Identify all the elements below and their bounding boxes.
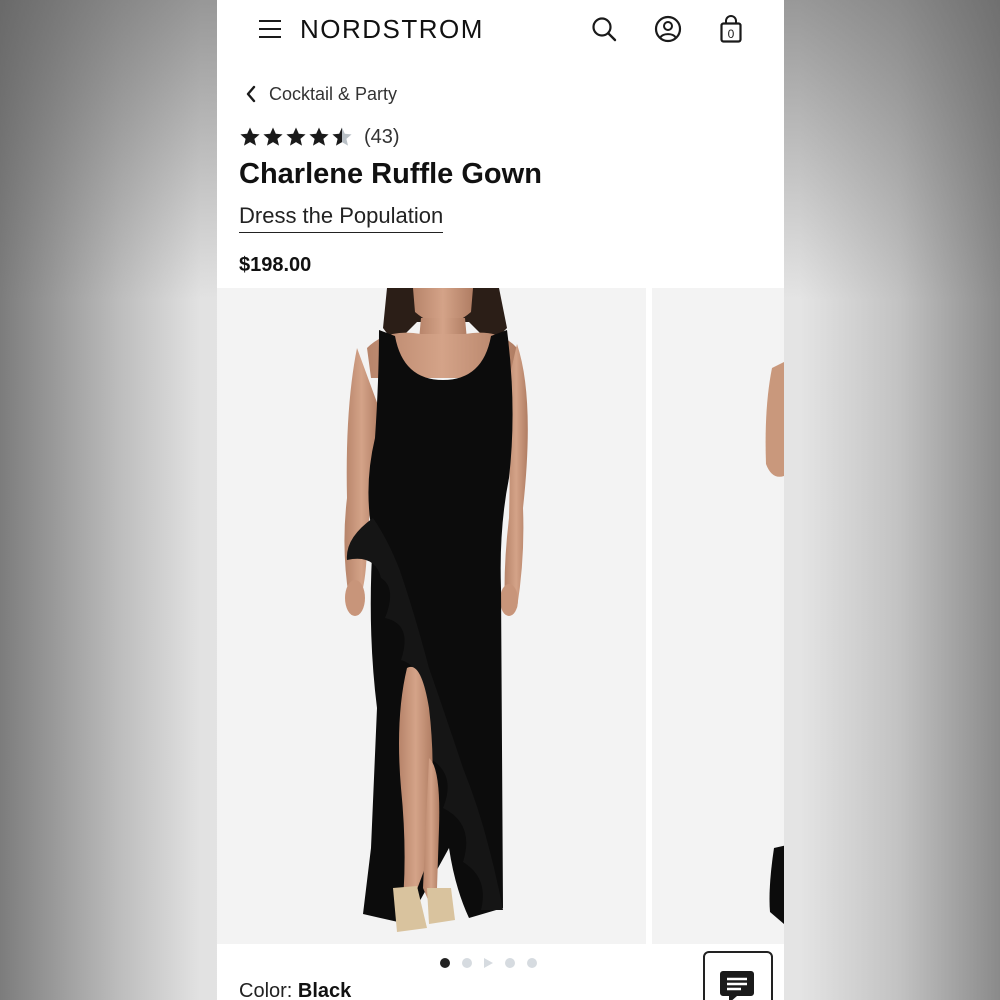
product-image-next[interactable] [652,288,784,944]
review-count: (43) [364,125,400,148]
breadcrumb-label: Cocktail & Party [269,83,398,104]
chevron-left-icon [246,85,256,103]
product-price: $198.00 [239,254,312,276]
pagination-dot[interactable] [505,958,515,968]
image-gallery[interactable] [217,288,784,944]
site-header: NORDSTROM 0 [217,0,784,62]
star-icon [286,127,306,146]
video-dot-icon[interactable] [484,958,493,968]
breadcrumb[interactable]: Cocktail & Party [245,82,397,106]
color-value: Black [297,980,352,1000]
star-icon [332,127,352,146]
chat-icon [720,971,754,1000]
color-selection: Color: Black [239,980,351,1000]
product-title: Charlene Ruffle Gown [239,158,542,190]
color-label: Color: [239,980,293,1000]
star-rating [239,126,354,148]
star-icon [263,127,283,146]
phone-screen: NORDSTROM 0 Cocktail & Party (43) Charle… [217,0,784,1000]
search-icon[interactable] [589,14,619,44]
bag-count: 0 [728,27,735,41]
menu-icon[interactable] [259,18,281,40]
product-rating[interactable]: (43) [239,124,400,150]
account-icon[interactable] [653,14,683,44]
shopping-bag-icon[interactable]: 0 [716,14,746,44]
chat-button[interactable] [703,951,773,1000]
product-image-main[interactable] [217,288,646,944]
pagination-dot[interactable] [527,958,537,968]
brand-link[interactable]: Dress the Population [239,203,444,233]
nordstrom-logo[interactable]: NORDSTROM [300,14,484,45]
pagination-dot[interactable] [462,958,472,968]
gallery-pagination[interactable] [440,957,549,969]
star-icon [309,127,329,146]
star-icon [240,127,260,146]
pagination-dot[interactable] [440,958,450,968]
